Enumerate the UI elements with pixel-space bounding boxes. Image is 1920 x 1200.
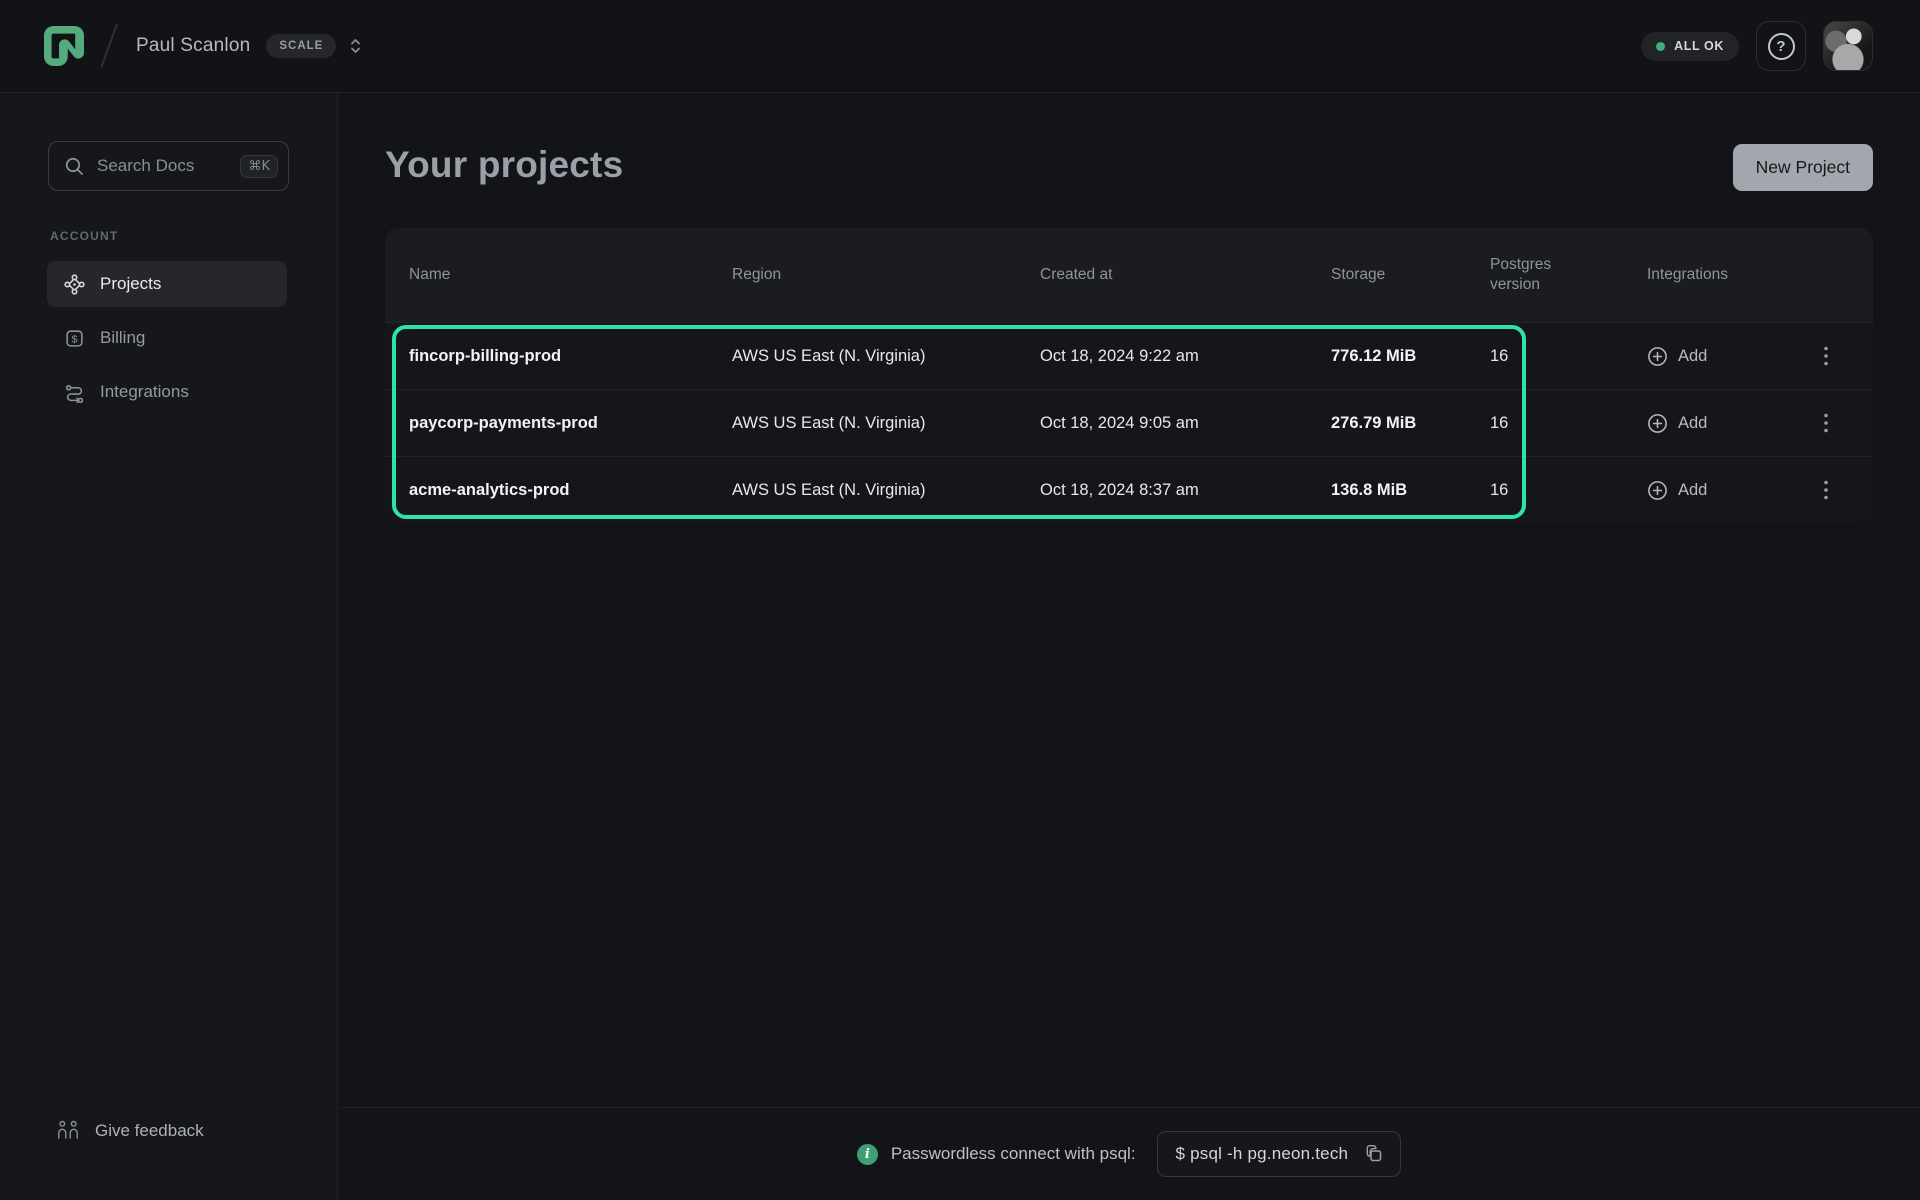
add-label: Add <box>1678 414 1707 433</box>
project-created-at: Oct 18, 2024 9:22 am <box>1040 347 1331 366</box>
svg-text:$: $ <box>71 333 77 345</box>
help-button[interactable]: ? <box>1756 21 1806 71</box>
search-shortcut-kbd: ⌘K <box>240 155 278 178</box>
table-row[interactable]: paycorp-payments-prod AWS US East (N. Vi… <box>385 389 1873 456</box>
page-title: Your projects <box>385 144 623 186</box>
column-header-integrations: Integrations <box>1647 266 1873 284</box>
org-switcher-chevrons-icon[interactable] <box>348 36 363 56</box>
search-placeholder: Search Docs <box>97 156 228 176</box>
plan-badge: SCALE <box>266 34 336 58</box>
sidebar-item-label: Billing <box>100 328 145 348</box>
psql-command-box[interactable]: $ psql -h pg.neon.tech <box>1157 1131 1402 1177</box>
project-region: AWS US East (N. Virginia) <box>732 414 1040 433</box>
user-avatar[interactable] <box>1823 21 1873 71</box>
integrations-icon <box>63 381 85 403</box>
top-bar: Paul Scanlon SCALE ALL OK ? <box>0 0 1920 93</box>
question-mark-icon: ? <box>1768 33 1795 60</box>
billing-icon: $ <box>63 327 85 349</box>
project-storage: 776.12 MiB <box>1331 347 1490 366</box>
sidebar-item-billing[interactable]: $ Billing <box>47 315 287 361</box>
row-menu-kebab-icon[interactable] <box>1819 341 1833 371</box>
footer-bar: i Passwordless connect with psql: $ psql… <box>338 1107 1920 1200</box>
row-menu-kebab-icon[interactable] <box>1819 408 1833 438</box>
search-icon <box>64 156 85 177</box>
table-row[interactable]: fincorp-billing-prod AWS US East (N. Vir… <box>385 322 1873 389</box>
table-header-row: Name Region Created at Storage Postgres … <box>385 228 1873 322</box>
neon-logo-icon[interactable] <box>44 26 84 66</box>
column-header-name: Name <box>385 266 732 284</box>
search-docs-input[interactable]: Search Docs ⌘K <box>48 141 289 191</box>
add-label: Add <box>1678 347 1707 366</box>
info-icon: i <box>857 1144 878 1165</box>
account-section-label: ACCOUNT <box>50 229 337 243</box>
sidebar-item-label: Projects <box>100 274 161 294</box>
project-created-at: Oct 18, 2024 9:05 am <box>1040 414 1331 433</box>
project-region: AWS US East (N. Virginia) <box>732 481 1040 500</box>
add-integration-button[interactable]: Add <box>1647 413 1707 434</box>
column-header-created-at: Created at <box>1040 266 1331 284</box>
add-label: Add <box>1678 481 1707 500</box>
project-storage: 276.79 MiB <box>1331 414 1490 433</box>
add-integration-button[interactable]: Add <box>1647 346 1707 367</box>
give-feedback-button[interactable]: Give feedback <box>0 1119 337 1142</box>
project-name[interactable]: paycorp-payments-prod <box>385 414 732 433</box>
project-created-at: Oct 18, 2024 8:37 am <box>1040 481 1331 500</box>
status-badge[interactable]: ALL OK <box>1641 32 1739 61</box>
table-row[interactable]: acme-analytics-prod AWS US East (N. Virg… <box>385 456 1873 523</box>
sidebar-item-label: Integrations <box>100 382 189 402</box>
column-header-storage: Storage <box>1331 266 1490 284</box>
feedback-label: Give feedback <box>95 1121 204 1141</box>
column-header-postgres-version: Postgres version <box>1490 255 1582 295</box>
projects-icon <box>63 273 85 295</box>
project-name[interactable]: fincorp-billing-prod <box>385 347 732 366</box>
main-content: Your projects New Project Name Region Cr… <box>338 93 1920 1107</box>
psql-command: $ psql -h pg.neon.tech <box>1176 1144 1349 1164</box>
sidebar-item-integrations[interactable]: Integrations <box>47 369 287 415</box>
project-name[interactable]: acme-analytics-prod <box>385 481 732 500</box>
copy-icon[interactable] <box>1364 1144 1384 1164</box>
status-label: ALL OK <box>1674 39 1724 53</box>
project-storage: 136.8 MiB <box>1331 481 1490 500</box>
breadcrumb-divider <box>100 24 118 68</box>
row-menu-kebab-icon[interactable] <box>1819 475 1833 505</box>
projects-table: Name Region Created at Storage Postgres … <box>385 228 1873 523</box>
project-postgres-version: 16 <box>1490 481 1647 500</box>
column-header-region: Region <box>732 266 1040 284</box>
project-region: AWS US East (N. Virginia) <box>732 347 1040 366</box>
new-project-button[interactable]: New Project <box>1733 144 1873 191</box>
project-postgres-version: 16 <box>1490 347 1647 366</box>
feedback-people-icon <box>56 1119 81 1142</box>
add-integration-button[interactable]: Add <box>1647 480 1707 501</box>
sidebar-item-projects[interactable]: Projects <box>47 261 287 307</box>
org-name[interactable]: Paul Scanlon <box>136 35 250 57</box>
status-ok-dot-icon <box>1656 42 1665 51</box>
sidebar: Search Docs ⌘K ACCOUNT Projects <box>0 93 338 1200</box>
sidebar-nav: Projects $ Billing <box>0 261 337 415</box>
psql-message: Passwordless connect with psql: <box>891 1144 1136 1164</box>
project-postgres-version: 16 <box>1490 414 1647 433</box>
